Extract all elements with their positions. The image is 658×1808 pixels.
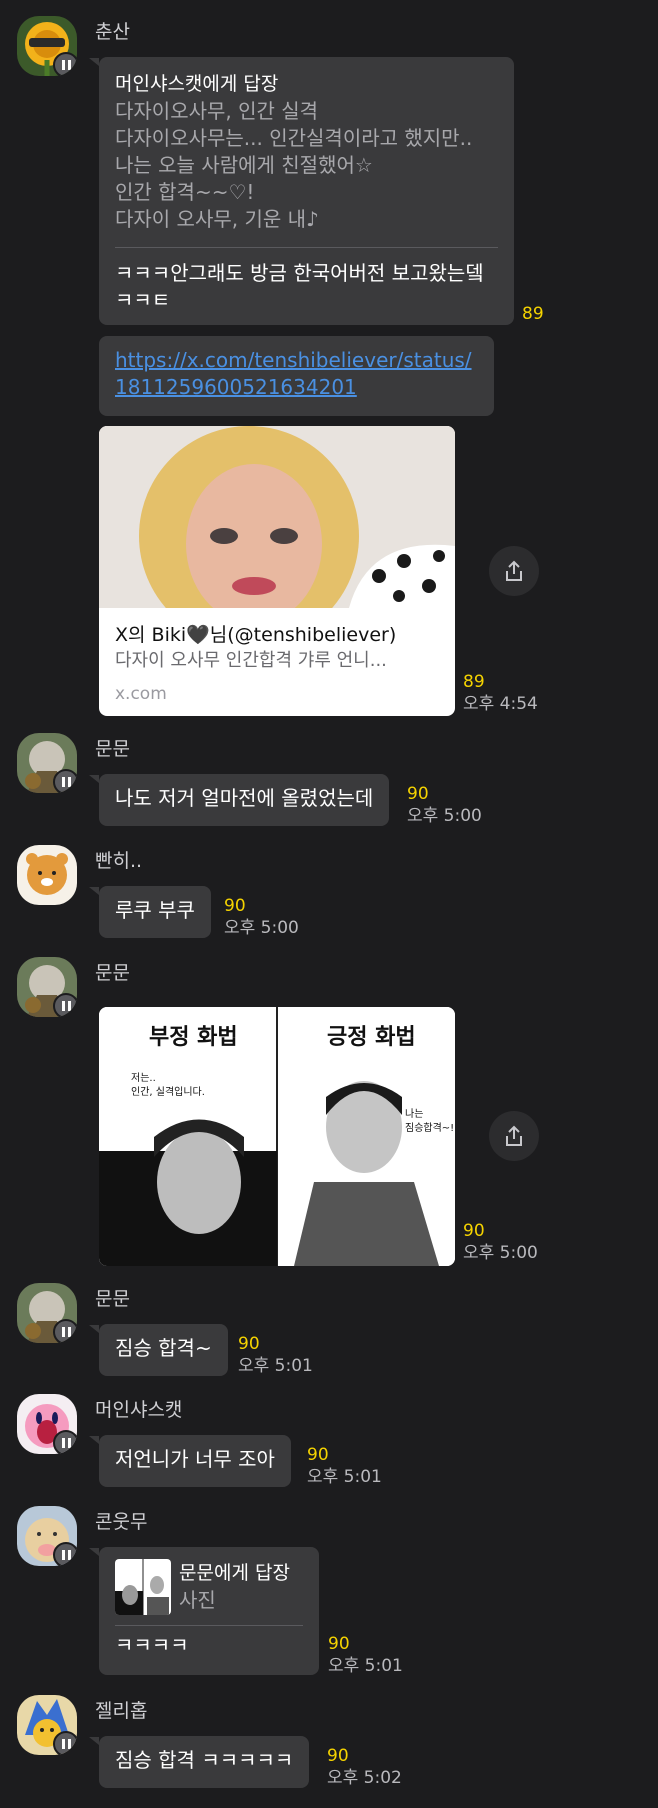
quoted-line: 인간 합격~~♡!	[115, 180, 255, 204]
timestamp: 오후 5:01	[328, 1656, 403, 1676]
card-description: 다자이 오사무 인간합격 갸루 언니...	[115, 650, 387, 671]
message-meta: 90 오후 5:00	[463, 1220, 538, 1264]
avatar[interactable]	[17, 1506, 77, 1566]
timestamp: 오후 5:00	[463, 1243, 538, 1263]
unread-count: 90	[407, 784, 429, 804]
profile-badge-icon	[53, 52, 77, 76]
sender-name: 문문	[95, 1288, 130, 1310]
share-icon	[506, 1125, 522, 1146]
url-link[interactable]: https://x.com/tenshibeliever/status/	[115, 347, 478, 374]
timestamp: 오후 5:00	[224, 918, 299, 938]
message-bubble[interactable]: 나도 저거 얼마전에 올렸었는데	[99, 774, 390, 826]
reply-divider	[115, 1625, 303, 1626]
timestamp: 오후 5:02	[327, 1768, 402, 1788]
sender-name: 문문	[95, 738, 130, 760]
message-text: 루쿠 부쿠	[115, 898, 195, 922]
reply-message-bubble[interactable]: 문문에게 답장 사진 ㅋㅋㅋㅋ	[99, 1547, 319, 1675]
photo-right-title: 긍정 화법	[327, 1024, 416, 1050]
avatar[interactable]	[17, 1695, 77, 1755]
profile-badge-icon	[53, 1319, 77, 1343]
unread-count: 90	[307, 1445, 329, 1465]
sender-name: 문문	[95, 962, 130, 984]
avatar[interactable]	[17, 845, 77, 905]
sender-name: 춘산	[95, 21, 130, 43]
message-meta: 89 오후 4:54	[463, 671, 538, 715]
share-button[interactable]	[489, 1111, 539, 1161]
message-meta: 90 오후 5:01	[307, 1444, 382, 1488]
timestamp: 오후 4:54	[463, 694, 538, 714]
avatar[interactable]	[17, 1394, 77, 1454]
share-icon	[506, 560, 522, 581]
message-bubble[interactable]: 짐승 합격~	[99, 1324, 228, 1376]
avatar[interactable]	[17, 957, 77, 1017]
reply-divider	[115, 247, 498, 248]
timestamp: 오후 5:01	[238, 1356, 313, 1376]
avatar[interactable]	[17, 16, 77, 76]
quoted-line: 다자이오사무는... 인간실격이라고 했지만..	[115, 126, 473, 150]
profile-badge-icon	[53, 1430, 77, 1454]
unread-count: 89	[463, 672, 485, 692]
message-text: 나도 저거 얼마전에 올렸었는데	[115, 786, 374, 810]
message-meta: 90 오후 5:01	[328, 1633, 403, 1677]
quoted-line: 나는 오늘 사람에게 친절했어☆	[115, 153, 373, 177]
unread-count: 90	[463, 1221, 485, 1241]
message-text: 저언니가 너무 조아	[115, 1447, 275, 1471]
message-text: ㅋㅋㅋ안그래도 방금 한국어버전 보고왔는뎈	[115, 261, 484, 285]
sender-name: 머인샤스캣	[95, 1399, 183, 1421]
reply-photo-thumbnail	[115, 1559, 171, 1615]
message-bubble[interactable]: 저언니가 너무 조아	[99, 1435, 291, 1487]
message-text: 짐승 합격~	[115, 1336, 212, 1360]
quoted-line: 다자이 오사무, 기운 내♪	[115, 207, 319, 231]
reply-title: 머인샤스캣에게 답장	[115, 73, 279, 95]
sender-name: 콘웃무	[95, 1511, 148, 1533]
card-domain: x.com	[115, 684, 167, 704]
link-message-bubble[interactable]: https://x.com/tenshibeliever/status/ 181…	[99, 336, 494, 416]
message-meta: 90 오후 5:02	[327, 1745, 402, 1789]
ryan-avatar-image	[17, 845, 77, 905]
message-text: ㅋㅋㅋㅋ	[115, 1633, 189, 1657]
avatar[interactable]	[17, 1283, 77, 1343]
avatar[interactable]	[17, 733, 77, 793]
reply-message-bubble[interactable]: 머인샤스캣에게 답장 다자이오사무, 인간 실격 다자이오사무는... 인간실격…	[99, 57, 514, 325]
sender-name: 빤히..	[95, 850, 143, 872]
unread-count: 90	[328, 1634, 350, 1654]
profile-badge-icon	[53, 993, 77, 1017]
photo-left-caption: 저는..	[131, 1073, 156, 1084]
share-button[interactable]	[489, 546, 539, 596]
profile-badge-icon	[53, 769, 77, 793]
reply-subtitle: 사진	[179, 1588, 216, 1612]
unread-count: 90	[327, 1746, 349, 1766]
message-meta: 90 오후 5:00	[224, 895, 299, 939]
photo-message[interactable]: 부정 화법 저는.. 인간, 실격입니다. 긍정 화법 나는 짐승합격~!	[99, 1007, 455, 1266]
preview-image	[99, 426, 455, 608]
unread-count: 90	[224, 896, 246, 916]
photo-right-caption: 나는	[405, 1109, 424, 1120]
photo-right-caption: 짐승합격~!	[405, 1123, 455, 1134]
profile-badge-icon	[53, 1731, 77, 1755]
url-link[interactable]: 1811259600521634201	[115, 374, 478, 401]
message-bubble[interactable]: 짐승 합격 ㅋㅋㅋㅋㅋ	[99, 1736, 310, 1788]
message-meta: 89	[522, 303, 544, 325]
message-meta: 90 오후 5:01	[238, 1333, 313, 1377]
quoted-line: 다자이오사무, 인간 실격	[115, 99, 319, 123]
message-bubble[interactable]: 루쿠 부쿠	[99, 886, 211, 938]
message-text: ㅋㅋㅌ	[115, 288, 171, 312]
timestamp: 오후 5:00	[407, 806, 482, 826]
photo-left-title: 부정 화법	[149, 1024, 238, 1050]
message-meta: 90 오후 5:00	[407, 783, 482, 827]
sender-name: 젤리홉	[95, 1700, 148, 1722]
link-preview-card[interactable]: X의 Biki🖤님(@tenshibeliever) 다자이 오사무 인간합격 …	[99, 426, 455, 716]
timestamp: 오후 5:01	[307, 1467, 382, 1487]
profile-badge-icon	[53, 1542, 77, 1566]
card-title: X의 Biki🖤님(@tenshibeliever)	[115, 624, 397, 646]
unread-count: 89	[522, 304, 544, 324]
message-text: 짐승 합격 ㅋㅋㅋㅋㅋ	[115, 1748, 294, 1772]
unread-count: 90	[238, 1334, 260, 1354]
reply-title: 문문에게 답장	[179, 1562, 290, 1584]
photo-left-caption: 인간, 실격입니다.	[131, 1087, 205, 1098]
